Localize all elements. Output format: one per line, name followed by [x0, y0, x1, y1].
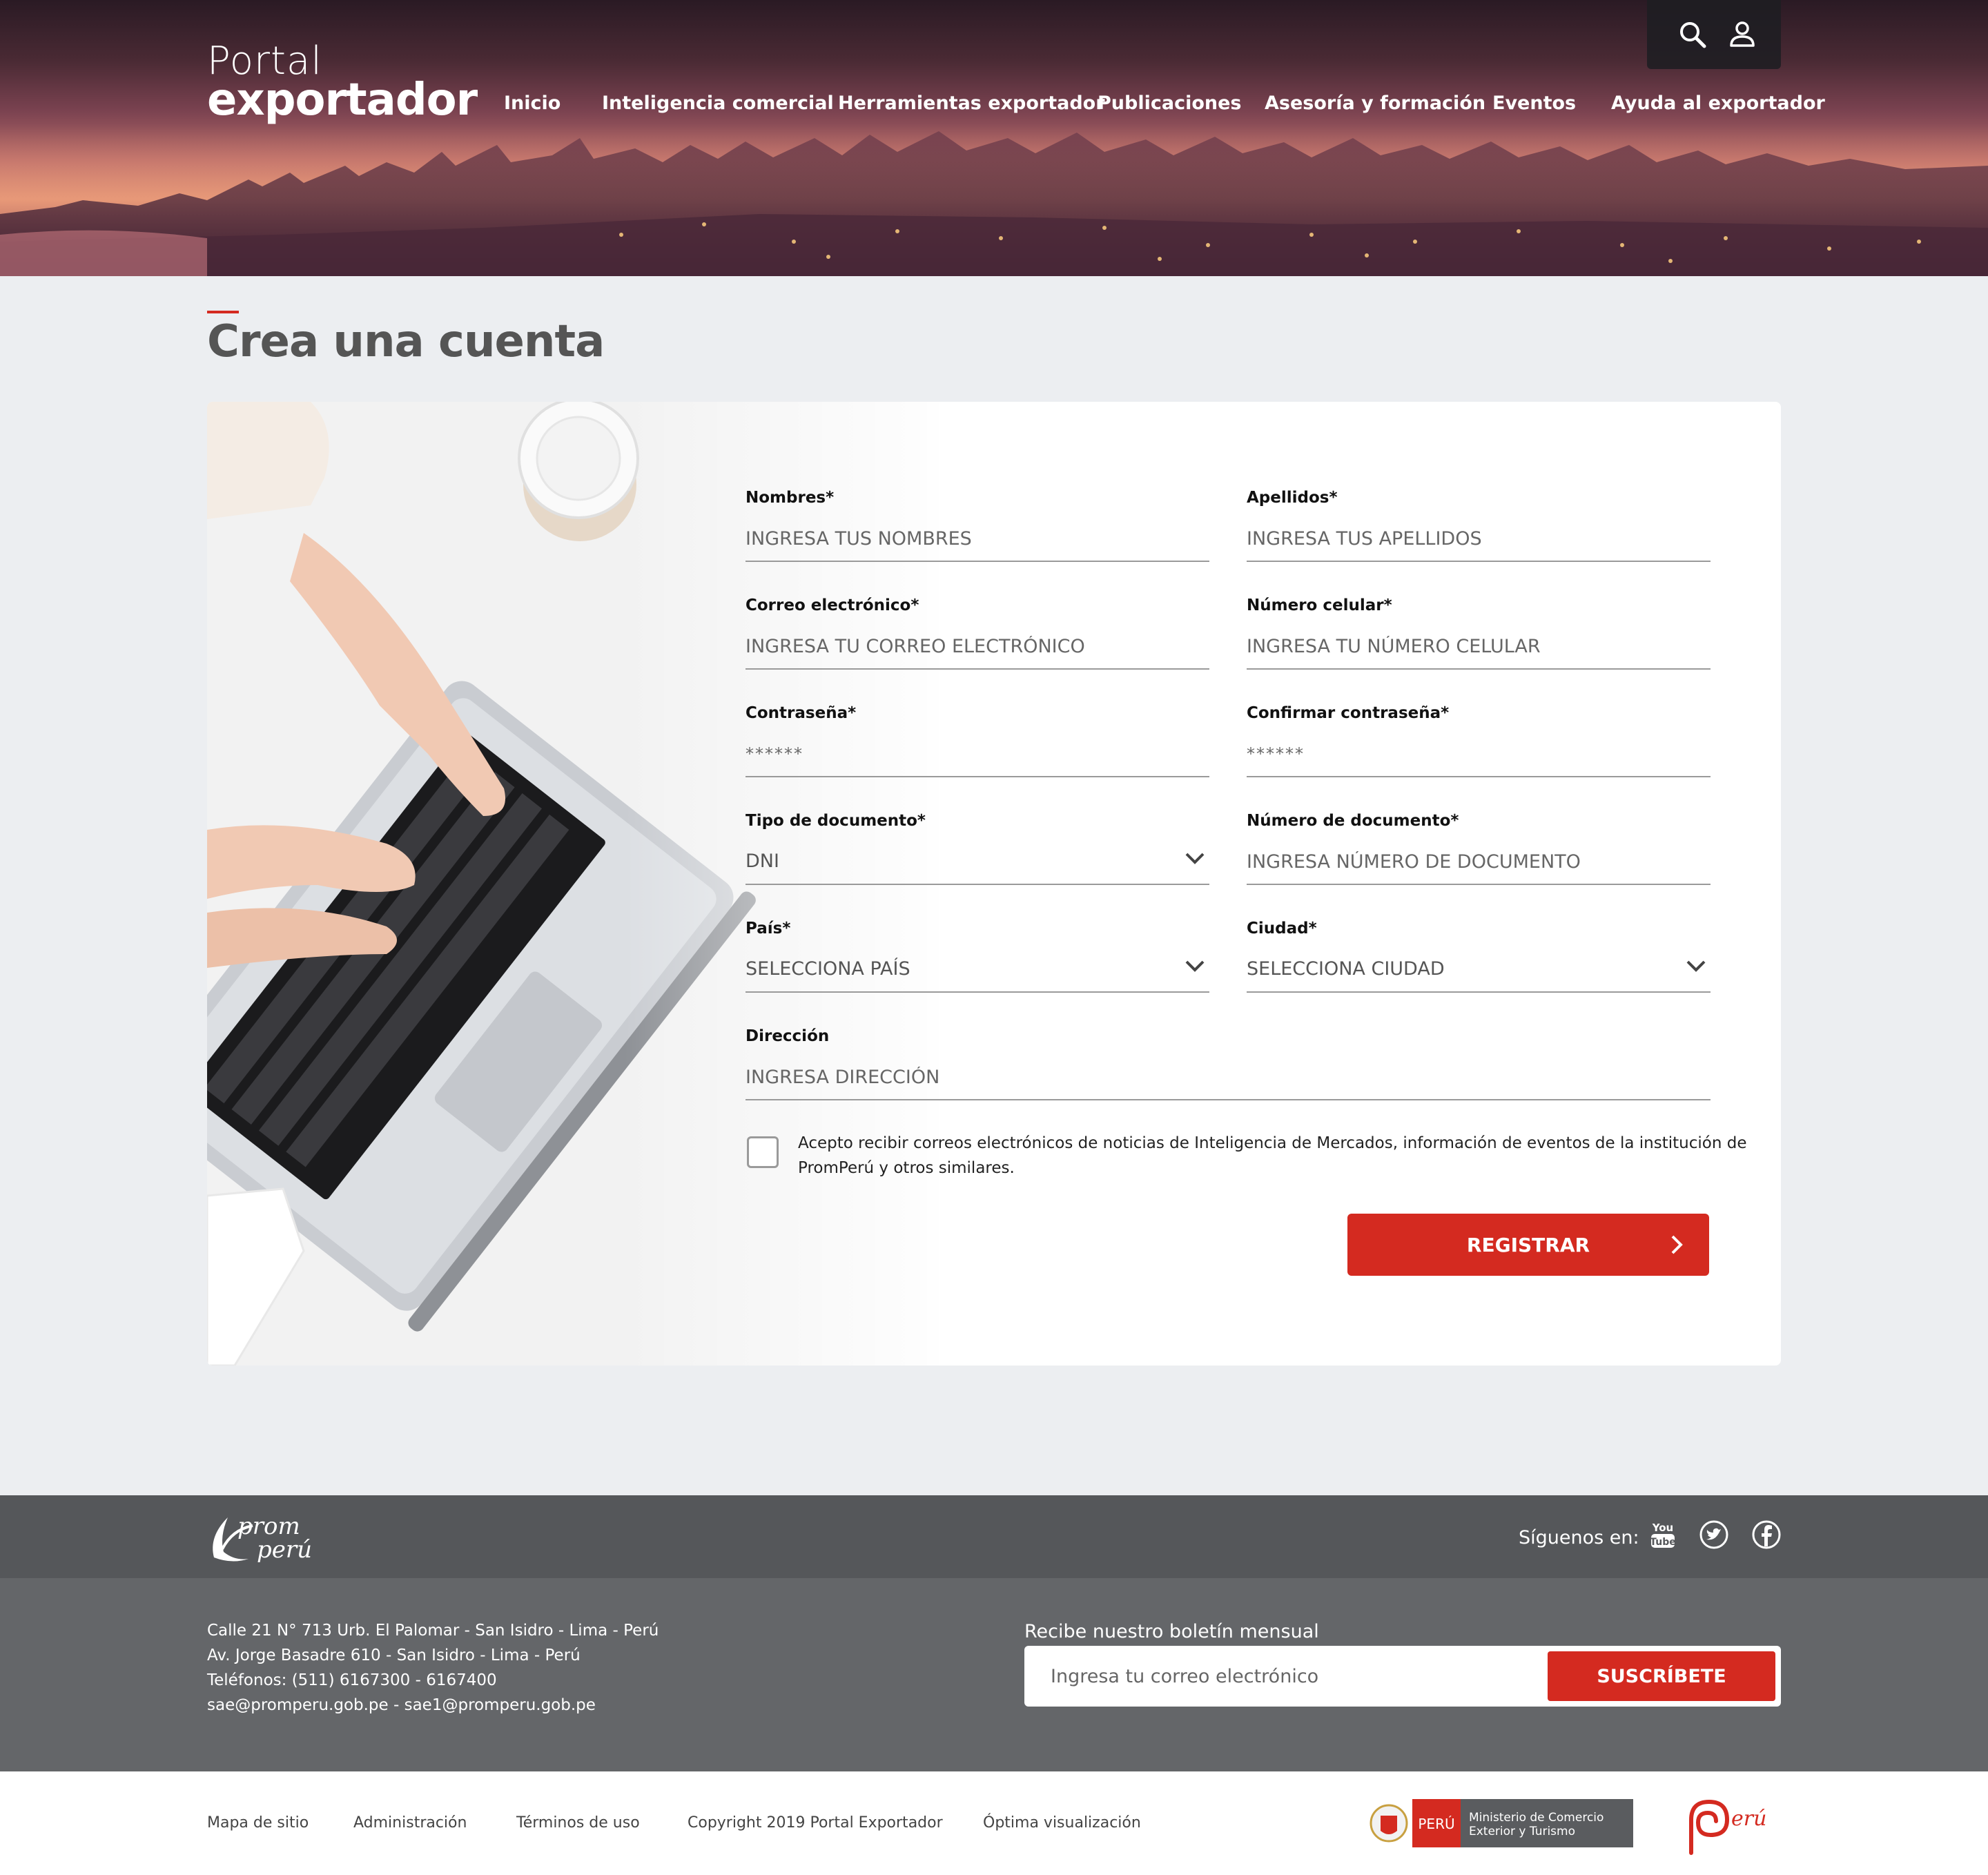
header-utility-box [1647, 0, 1781, 69]
nav-item-inicio[interactable]: Inicio [504, 93, 561, 114]
register-button[interactable]: REGISTRAR [1347, 1214, 1709, 1276]
pais-label: País* [746, 920, 791, 938]
newsletter-email-input[interactable] [1051, 1660, 1520, 1693]
nav-item-herramientas-exportador[interactable]: Herramientas exportador [838, 93, 1105, 114]
ciudad-label: Ciudad* [1247, 920, 1317, 938]
field-correo: Correo electrónico* [746, 595, 1209, 670]
register-button-label: REGISTRAR [1466, 1233, 1590, 1256]
footer-link-mapa-sitio[interactable]: Mapa de sitio [207, 1814, 309, 1832]
field-direccion: Dirección [746, 1026, 1711, 1100]
nav-item-ayuda-exportador[interactable]: Ayuda al exportador [1611, 93, 1825, 114]
tipo-documento-label: Tipo de documento* [746, 812, 926, 830]
field-ciudad: Ciudad* SELECCIONA CIUDAD [1247, 918, 1711, 993]
footer-link-terminos[interactable]: Términos de uso [516, 1814, 640, 1832]
tipo-documento-select[interactable]: DNI [746, 846, 1209, 885]
svg-text:You: You [1652, 1522, 1673, 1534]
consent-checkbox[interactable] [747, 1136, 779, 1168]
mincetur-logo[interactable]: PERÚ Ministerio de Comercio Exterior y T… [1368, 1795, 1635, 1852]
svg-text:Tube: Tube [1650, 1537, 1676, 1548]
address-line: Av. Jorge Basadre 610 - San Isidro - Lim… [207, 1646, 581, 1664]
promperu-logo[interactable]: prom perú [207, 1509, 338, 1564]
numero-documento-input[interactable] [1247, 846, 1711, 877]
apellidos-input[interactable] [1247, 523, 1711, 554]
newsletter-form: SUSCRÍBETE [1024, 1646, 1781, 1707]
youtube-icon[interactable]: You Tube [1647, 1519, 1679, 1551]
mincetur-line2: Exterior y Turismo [1469, 1825, 1575, 1838]
subscribe-button[interactable]: SUSCRÍBETE [1548, 1651, 1775, 1701]
main-nav: Inicio Inteligencia comercial Herramient… [0, 93, 1988, 123]
nav-item-asesoria-formacion[interactable]: Asesoría y formación [1265, 93, 1485, 114]
field-tipo-documento: Tipo de documento* DNI [746, 810, 1209, 885]
nombres-label: Nombres* [746, 489, 835, 507]
user-icon[interactable] [1726, 18, 1759, 51]
svg-text:erú: erú [1731, 1807, 1766, 1831]
svg-text:perú: perú [257, 1536, 312, 1564]
correo-input[interactable] [746, 631, 1209, 661]
twitter-icon[interactable] [1698, 1519, 1730, 1551]
footer-link-copyright[interactable]: Copyright 2019 Portal Exportador [688, 1814, 943, 1832]
direccion-label: Dirección [746, 1027, 830, 1045]
facebook-icon[interactable] [1751, 1519, 1782, 1551]
newsletter-title: Recibe nuestro boletín mensual [1024, 1621, 1319, 1642]
nav-item-inteligencia-comercial[interactable]: Inteligencia comercial [602, 93, 834, 114]
confirm-password-input[interactable] [1247, 739, 1711, 769]
nav-item-publicaciones[interactable]: Publicaciones [1098, 93, 1242, 114]
mincetur-line1: Ministerio de Comercio [1469, 1811, 1604, 1825]
footer-address: Calle 21 N° 713 Urb. El Palomar - San Is… [207, 1618, 659, 1718]
chevron-right-icon [1671, 1235, 1683, 1254]
tipo-documento-value: DNI [746, 851, 779, 872]
correo-label: Correo electrónico* [746, 596, 919, 614]
field-password: Contraseña* [746, 703, 1209, 777]
chevron-down-icon[interactable] [1686, 958, 1706, 973]
marca-peru-logo[interactable]: erú [1677, 1792, 1781, 1856]
title-accent-bar [207, 311, 239, 313]
chevron-down-icon[interactable] [1185, 958, 1205, 973]
phone-line: Teléfonos: (511) 6167300 - 6167400 [207, 1671, 497, 1689]
field-nombres: Nombres* [746, 487, 1209, 562]
address-line: Calle 21 N° 713 Urb. El Palomar - San Is… [207, 1622, 659, 1640]
header-banner: Portal exportador Inicio Inteligencia co… [0, 0, 1988, 276]
nav-item-eventos[interactable]: Eventos [1492, 93, 1576, 114]
celular-input[interactable] [1247, 631, 1711, 661]
field-pais: País* SELECCIONA PAÍS [746, 918, 1209, 993]
email-line: sae@promperu.gob.pe - sae1@promperu.gob.… [207, 1696, 596, 1714]
nombres-input[interactable] [746, 523, 1209, 554]
confirm-password-label: Confirmar contraseña* [1247, 704, 1450, 722]
field-apellidos: Apellidos* [1247, 487, 1711, 562]
follow-label: Síguenos en: [1519, 1527, 1639, 1548]
mincetur-peru-text: PERÚ [1418, 1816, 1454, 1832]
page-title: Crea una cuenta [207, 316, 605, 367]
ciudad-select[interactable]: SELECCIONA CIUDAD [1247, 954, 1711, 993]
footer-link-optima-visualizacion[interactable]: Óptima visualización [983, 1814, 1141, 1832]
field-confirm-password: Confirmar contraseña* [1247, 703, 1711, 777]
search-icon[interactable] [1676, 18, 1709, 51]
password-label: Contraseña* [746, 704, 857, 722]
celular-label: Número celular* [1247, 596, 1392, 614]
footer-link-administracion[interactable]: Administración [353, 1814, 467, 1832]
pais-value: SELECCIONA PAÍS [746, 958, 910, 980]
pais-select[interactable]: SELECCIONA PAÍS [746, 954, 1209, 993]
apellidos-label: Apellidos* [1247, 489, 1338, 507]
field-numero-documento: Número de documento* [1247, 810, 1711, 885]
ciudad-value: SELECCIONA CIUDAD [1247, 958, 1445, 980]
field-celular: Número celular* [1247, 595, 1711, 670]
chevron-down-icon[interactable] [1185, 851, 1205, 866]
direccion-input[interactable] [746, 1062, 1711, 1092]
numero-documento-label: Número de documento* [1247, 812, 1459, 830]
register-card: Nombres* Apellidos* Correo electrónico* … [207, 402, 1781, 1366]
consent-text: Acepto recibir correos electrónicos de n… [798, 1134, 1747, 1177]
password-input[interactable] [746, 739, 1209, 769]
